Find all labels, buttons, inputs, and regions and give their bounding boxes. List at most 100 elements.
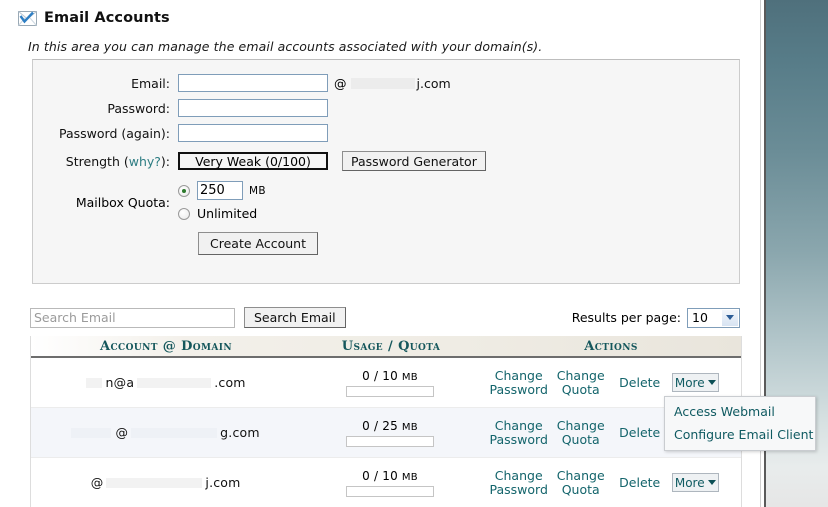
- email-row: Email: @ j.com: [33, 74, 739, 92]
- change-quota-line2: Quota: [561, 481, 600, 497]
- actions-cell: ChangePassword ChangeQuota Delete More: [480, 467, 741, 497]
- quota-options: MB Unlimited: [178, 180, 266, 224]
- main-content: Email Accounts In this area you can mana…: [0, 0, 756, 507]
- password-row: Password:: [33, 99, 739, 117]
- more-button[interactable]: More: [671, 473, 719, 492]
- change-quota-link[interactable]: Change Quota: [550, 417, 612, 447]
- change-quota-line1: Change: [556, 417, 605, 433]
- change-quota-line2: Quota: [561, 381, 600, 397]
- strength-row: Strength (why?): Very Weak (0/100) Passw…: [33, 151, 739, 171]
- change-password-link[interactable]: Change Password: [488, 367, 550, 397]
- account-suffix: j.com: [205, 475, 241, 490]
- usage-bar: [345, 435, 434, 447]
- password-strength-meter: Very Weak (0/100): [178, 152, 328, 170]
- mailbox-quota-label: Mailbox Quota:: [75, 194, 170, 210]
- domain-suffix: j.com: [416, 75, 451, 91]
- caret-down-icon: [707, 480, 716, 485]
- actions-cell: ChangePassword ChangeQuota Delete More: [480, 367, 741, 397]
- quota-amount-input[interactable]: [197, 181, 243, 200]
- at-symbol: @: [334, 75, 347, 91]
- account-cell: @ g.com: [31, 425, 300, 440]
- chevron-down-icon[interactable]: [722, 309, 738, 326]
- usage-text: 0 / 25 MB: [362, 419, 418, 433]
- column-header-usage[interactable]: Usage / Quota: [301, 339, 481, 354]
- delete-link[interactable]: Delete: [612, 375, 668, 390]
- usage-text: 0 / 10 MB: [362, 469, 418, 483]
- table-row: @ j.com 0 / 10 MB Change Password Change Q…: [31, 458, 741, 507]
- change-password-line2: Password: [489, 381, 548, 397]
- delete-link[interactable]: Delete: [612, 425, 668, 440]
- quota-unlimited-option[interactable]: Unlimited: [178, 203, 266, 224]
- account-suffix: g.com: [220, 425, 260, 440]
- change-quota-link[interactable]: Change Quota: [550, 468, 612, 497]
- change-password-line1: Change: [494, 467, 543, 483]
- change-password-line2: Password: [489, 481, 548, 497]
- change-password-line1: Change: [494, 417, 543, 433]
- more-button-label: More: [674, 375, 705, 390]
- change-password-line2: Password: [489, 431, 548, 447]
- unlimited-label: Unlimited: [197, 206, 258, 221]
- usage-unit: MB: [401, 371, 418, 383]
- usage-unit: MB: [401, 421, 418, 433]
- results-per-page-select[interactable]: 10: [687, 307, 740, 328]
- password-generator-button[interactable]: Password Generator: [342, 151, 486, 171]
- radio-quota-fixed[interactable]: [178, 184, 190, 197]
- results-per-page-label: Results per page:: [571, 310, 681, 325]
- change-password-link[interactable]: Change Password: [488, 467, 550, 497]
- password-input[interactable]: [178, 99, 328, 117]
- table-row: n@a .com 0 / 10 MB Change Password Change…: [31, 358, 741, 408]
- more-button-label: More: [674, 475, 705, 490]
- usage-value: 0 / 25: [362, 418, 398, 433]
- account-cell: @ j.com: [31, 475, 300, 490]
- usage-cell: 0 / 10 MB: [300, 369, 479, 397]
- password-again-row: Password (again):: [33, 124, 739, 142]
- radio-quota-unlimited[interactable]: [178, 207, 190, 220]
- password-again-label: Password (again):: [59, 125, 170, 141]
- password-label: Password:: [107, 100, 170, 116]
- search-toolbar: Search Email Results per page: 10: [30, 307, 740, 328]
- caret-down-icon: [707, 380, 716, 385]
- page-header: Email Accounts: [0, 0, 756, 30]
- change-password-link[interactable]: Change Password: [488, 417, 550, 447]
- change-password-line1: Change: [494, 367, 543, 383]
- results-per-page-group: Results per page: 10: [571, 307, 740, 328]
- usage-value: 0 / 10: [362, 468, 398, 483]
- results-per-page-value: 10: [692, 310, 708, 325]
- menu-item-configure-email-client[interactable]: Configure Email Client: [665, 423, 815, 446]
- column-header-actions: Actions: [584, 338, 638, 354]
- delete-link[interactable]: Delete: [612, 475, 668, 490]
- account-suffix: .com: [214, 375, 246, 390]
- usage-bar: [345, 485, 434, 497]
- mailbox-quota-row: Mailbox Quota: MB Unlimited: [33, 180, 739, 224]
- change-quota-line1: Change: [556, 367, 605, 383]
- redacted-block: [137, 377, 212, 388]
- table-row: @ g.com 0 / 25 MB Change Password Change Q…: [31, 408, 741, 458]
- usage-cell: 0 / 25 MB: [300, 419, 479, 447]
- usage-bar: [345, 385, 434, 397]
- change-quota-link[interactable]: Change Quota: [550, 367, 612, 397]
- account-prefix: @: [115, 425, 129, 440]
- column-header-account[interactable]: Account @ Domain: [31, 339, 301, 354]
- search-email-button[interactable]: Search Email: [244, 307, 346, 328]
- redacted-block: [131, 427, 218, 438]
- table-header-row: Account @ Domain Usage / Quota Actions: [31, 336, 741, 358]
- more-button[interactable]: More: [671, 373, 719, 392]
- quota-fixed-option[interactable]: MB: [178, 180, 266, 201]
- email-input[interactable]: [178, 74, 328, 92]
- create-account-button[interactable]: Create Account: [198, 232, 318, 255]
- more-dropdown-menu: Access Webmail Configure Email Client: [664, 396, 816, 451]
- account-prefix: @: [90, 475, 104, 490]
- envelope-check-icon: [18, 10, 37, 26]
- usage-value: 0 / 10: [362, 368, 398, 383]
- why-link[interactable]: why?: [129, 154, 161, 169]
- password-again-input[interactable]: [178, 124, 328, 142]
- usage-text: 0 / 10 MB: [362, 369, 418, 383]
- menu-item-access-webmail[interactable]: Access Webmail: [665, 400, 815, 423]
- strength-label: Strength (why?):: [33, 154, 178, 169]
- usage-cell: 0 / 10 MB: [300, 469, 479, 497]
- account-cell: n@a .com: [31, 375, 300, 390]
- strength-label-text: Strength (: [65, 153, 129, 169]
- usage-unit: MB: [401, 471, 418, 483]
- email-accounts-table: Account @ Domain Usage / Quota Actions n…: [30, 336, 742, 507]
- search-input[interactable]: [30, 307, 235, 328]
